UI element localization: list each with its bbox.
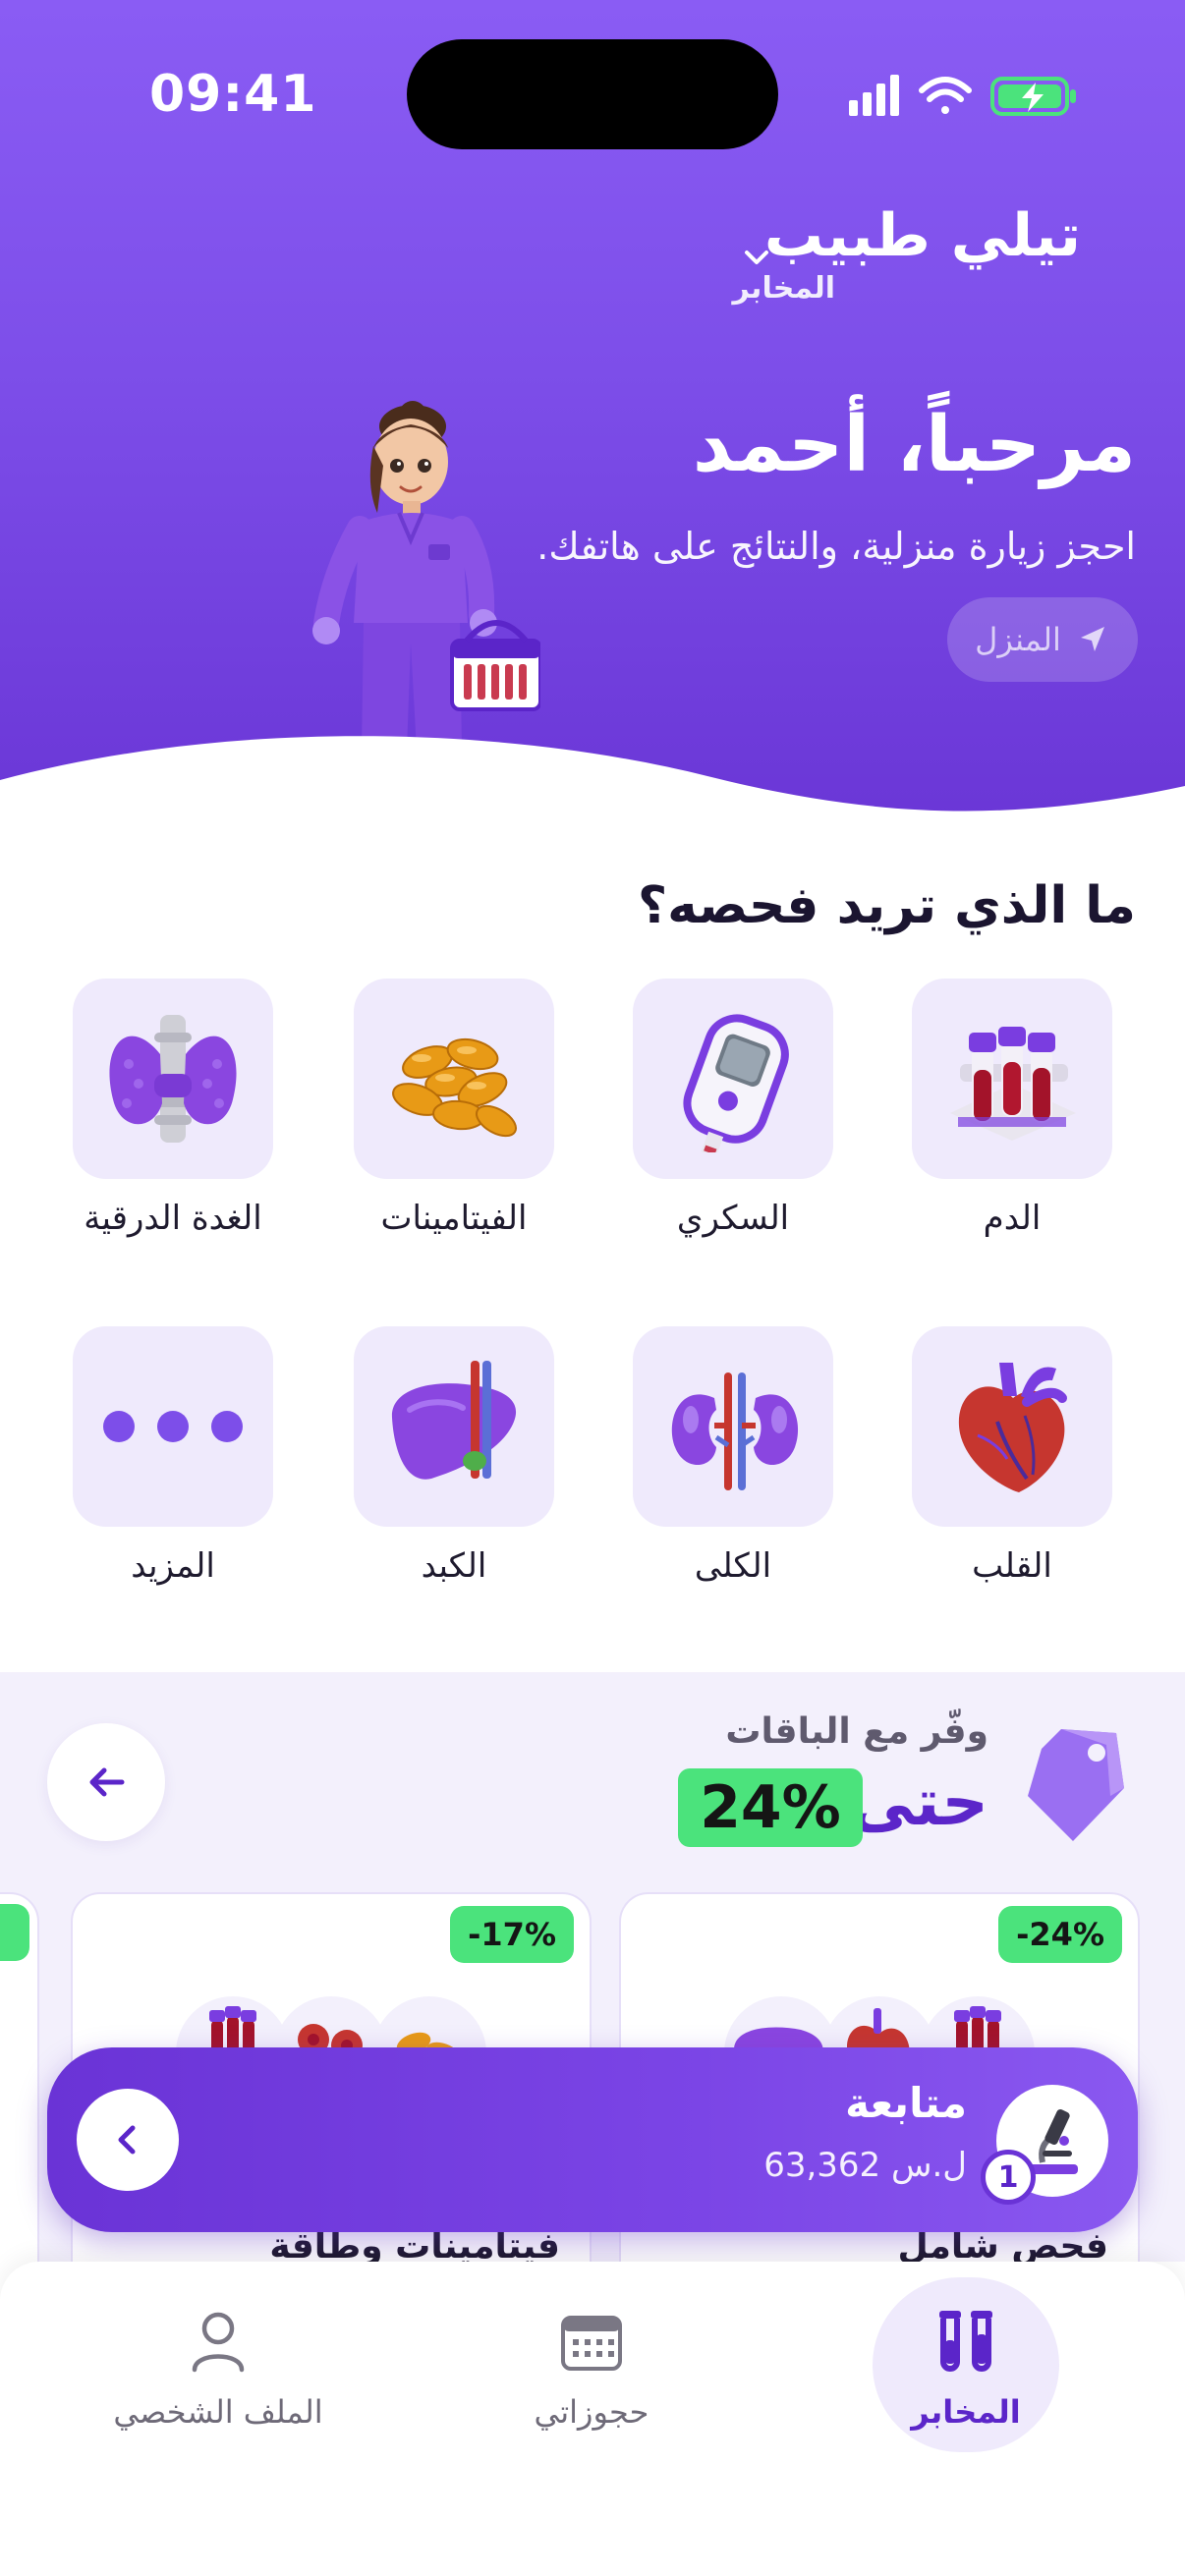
category-tile	[912, 1326, 1112, 1527]
category-label: السكري	[676, 1199, 790, 1238]
status-time: 09:41	[149, 65, 317, 124]
category-blood[interactable]: الدم	[912, 979, 1112, 1238]
greeting-title: مرحباً، أحمد	[692, 401, 1136, 489]
chevron-down-icon[interactable]	[739, 240, 774, 275]
package-title: فحص شامل	[897, 2226, 1108, 2267]
packages-scroll-button[interactable]	[47, 1723, 165, 1841]
hero-header: 09:41 تيلي طبيب المخابر مرحباً، أحمد احج…	[0, 0, 1185, 825]
category-label: القلب	[972, 1546, 1052, 1586]
tab-label: المخابر	[911, 2393, 1021, 2431]
price-tag-icon	[1028, 1729, 1124, 1841]
category-label: الكلى	[694, 1546, 772, 1586]
category-diabetes[interactable]: السكري	[633, 979, 833, 1238]
category-tile	[354, 979, 554, 1179]
category-tile	[633, 979, 833, 1179]
category-tile	[912, 979, 1112, 1179]
cart-title: متابعة	[845, 2079, 967, 2127]
status-icons	[849, 75, 1076, 116]
kidneys-icon	[671, 1372, 799, 1490]
category-liver[interactable]: الكبد	[354, 1326, 554, 1586]
signal-icon	[849, 75, 899, 116]
status-bar: 09:41	[0, 0, 1185, 196]
category-thyroid[interactable]: الغدة الدرقية	[73, 979, 273, 1238]
category-vitamins[interactable]: الفيتامينات	[354, 979, 554, 1238]
category-label: الفيتامينات	[380, 1199, 528, 1238]
blood-tubes-icon	[950, 1027, 1076, 1141]
brand-selector[interactable]: تيلي طبيب المخابر	[733, 204, 1081, 306]
hero-wave	[0, 736, 1185, 825]
discount-badge: -24%	[998, 1906, 1122, 1963]
promo-up-to: حتى	[849, 1764, 988, 1840]
cart-continue-button[interactable]	[77, 2089, 179, 2191]
category-tile	[73, 1326, 273, 1527]
location-label: المنزل	[975, 621, 1061, 658]
vitamin-capsules-icon	[392, 1037, 517, 1138]
tab-label: الملف الشخصي	[113, 2393, 323, 2431]
cart-total-price: ل.س 63,362	[763, 2146, 967, 2185]
category-tile	[73, 979, 273, 1179]
discount-badge: -17%	[450, 1906, 574, 1963]
tab-profile[interactable]: الملف الشخصي	[71, 2303, 366, 2431]
categories-title: ما الذي تريد فحصه؟	[638, 876, 1136, 935]
calendar-icon	[561, 2316, 622, 2371]
greeting-subtitle: احجز زيارة منزلية، والنتائج على هاتفك.	[536, 525, 1136, 568]
category-kidneys[interactable]: الكلى	[633, 1326, 833, 1586]
location-arrow-icon	[1080, 627, 1104, 651]
category-label: الدم	[983, 1199, 1042, 1238]
discount-badge	[0, 1904, 29, 1961]
package-title: فيتامينات وطاقة	[269, 2226, 560, 2267]
more-dots-icon	[103, 1411, 243, 1442]
tab-label: حجوزاتي	[534, 2393, 649, 2431]
arrow-left-icon	[89, 1767, 125, 1797]
category-heart[interactable]: القلب	[912, 1326, 1112, 1586]
brand-section: المخابر	[732, 271, 835, 306]
category-label: الكبد	[421, 1546, 487, 1586]
tab-labs[interactable]: المخابر	[818, 2303, 1113, 2431]
liver-icon	[391, 1361, 517, 1480]
profile-icon	[192, 2312, 245, 2373]
category-more[interactable]: المزيد	[73, 1326, 273, 1586]
wifi-icon	[919, 77, 972, 114]
category-label: الغدة الدرقية	[84, 1199, 262, 1238]
promo-percent-badge: 24%	[678, 1768, 863, 1847]
brand-name: تيلي طبيب	[763, 201, 1081, 270]
cart-continue-bar[interactable]: متابعة ل.س 63,362 1	[47, 2047, 1138, 2232]
category-tile	[354, 1326, 554, 1527]
category-tile	[633, 1326, 833, 1527]
test-tubes-icon	[939, 2311, 992, 2372]
glucometer-icon	[683, 1014, 789, 1152]
chevron-left-icon	[118, 2125, 136, 2155]
battery-icon	[990, 77, 1076, 116]
tab-bookings[interactable]: حجوزاتي	[444, 2303, 739, 2431]
category-label: المزيد	[131, 1546, 215, 1586]
heart-icon	[958, 1363, 1067, 1492]
location-chip[interactable]: المنزل	[947, 597, 1138, 682]
thyroid-icon	[109, 1015, 237, 1143]
promo-subtitle: وفّر مع الباقات	[725, 1711, 988, 1752]
dynamic-island	[407, 39, 778, 149]
cart-count-badge: 1	[981, 2150, 1036, 2205]
